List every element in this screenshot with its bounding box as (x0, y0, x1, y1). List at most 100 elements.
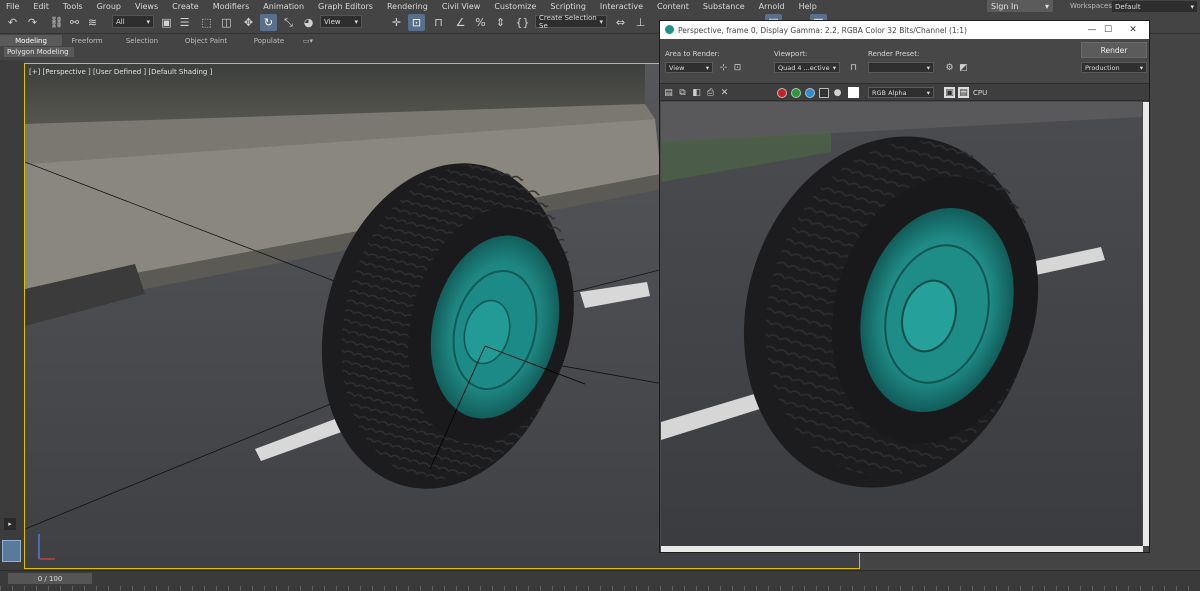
render-quality-value: Production (1085, 63, 1120, 72)
menu-content[interactable]: Content (651, 2, 697, 11)
workspace-label: Workspaces: (1070, 2, 1115, 10)
display-channel-dropdown[interactable]: RGB Alpha ▾ (868, 87, 934, 98)
percent-snap-icon[interactable]: % (472, 14, 489, 31)
menu-civil-view[interactable]: Civil View (436, 2, 489, 11)
menu-arnold[interactable]: Arnold (753, 2, 793, 11)
menu-scripting[interactable]: Scripting (544, 2, 594, 11)
menu-modifiers[interactable]: Modifiers (207, 2, 258, 11)
maximize-icon[interactable]: ☐ (1100, 23, 1116, 36)
ribbon-options-icon[interactable]: ▭▾ (298, 35, 318, 46)
toggle-ui-icon[interactable]: ▤ (958, 87, 969, 98)
close-icon[interactable]: ✕ (1125, 23, 1141, 36)
menu-graph-editors[interactable]: Graph Editors (312, 2, 381, 11)
environment-icon[interactable]: ◩ (958, 62, 969, 73)
menu-interactive[interactable]: Interactive (594, 2, 651, 11)
frame-slider[interactable]: 0 / 100 (8, 573, 92, 584)
sign-in-label: Sign In (991, 1, 1019, 11)
viewport-value: Quad 4 ...ective (778, 63, 830, 72)
window-crossing-icon[interactable]: ◫ (218, 14, 235, 31)
monochrome-icon[interactable]: ● (832, 87, 843, 98)
vertical-scrollbar[interactable] (1143, 102, 1149, 546)
red-channel-icon[interactable] (777, 88, 787, 98)
selection-filter-dropdown[interactable]: All ▾ (112, 15, 154, 28)
viewport-label[interactable]: [+] [Perspective ] [User Defined ] [Defa… (29, 68, 212, 76)
display-channel-value: RGB Alpha (872, 88, 907, 97)
select-manipulate-icon[interactable]: ⊡ (408, 14, 425, 31)
move-icon[interactable]: ✥ (240, 14, 257, 31)
ribbon-panel-label[interactable]: Polygon Modeling (4, 47, 74, 57)
menu-help[interactable]: Help (793, 2, 825, 11)
viewport-label: Viewport: (774, 50, 808, 58)
area-to-render-dropdown[interactable]: View ▾ (665, 62, 713, 73)
scale-icon[interactable]: ⤡ (280, 14, 297, 31)
reference-coordinate-dropdown[interactable]: View ▾ (320, 15, 362, 28)
render-setup-icon[interactable]: ⚙ (944, 62, 955, 73)
color-swatch[interactable] (848, 87, 859, 98)
menu-file[interactable]: File (0, 2, 27, 11)
named-selection-set-value: Create Selection Se (539, 13, 597, 30)
tab-object-paint[interactable]: Object Paint (172, 35, 240, 46)
chevron-down-icon: ▾ (705, 63, 709, 72)
reference-coordinate-value: View (324, 17, 341, 26)
menu-create[interactable]: Create (166, 2, 207, 11)
auto-region-icon[interactable]: ⊡ (732, 62, 743, 73)
minimize-icon[interactable]: — (1084, 23, 1100, 36)
unlink-icon[interactable]: ⚯ (66, 14, 83, 31)
menu-substance[interactable]: Substance (697, 2, 753, 11)
sign-in-button[interactable]: Sign In ▾ (987, 0, 1053, 12)
copy-image-icon[interactable]: ⧉ (677, 87, 688, 98)
undo-icon[interactable]: ↶ (4, 14, 21, 31)
tab-populate[interactable]: Populate (240, 35, 298, 46)
print-icon[interactable]: ⎙ (705, 87, 716, 98)
area-to-render-label: Area to Render: (665, 50, 720, 58)
rotate-icon[interactable]: ↻ (260, 14, 277, 31)
link-icon[interactable]: ⛓ (48, 14, 65, 31)
viewport-layout-icon[interactable] (2, 540, 21, 562)
horizontal-scrollbar[interactable] (661, 546, 1143, 552)
tab-modeling[interactable]: Modeling (0, 35, 62, 46)
green-channel-icon[interactable] (791, 88, 801, 98)
chevron-down-icon: ▾ (1044, 1, 1049, 11)
space-warp-icon[interactable]: ≋ (84, 14, 101, 31)
clear-icon[interactable]: ✕ (719, 87, 730, 98)
menu-group[interactable]: Group (91, 2, 129, 11)
menu-rendering[interactable]: Rendering (381, 2, 436, 11)
select-object-icon[interactable]: ▣ (158, 14, 175, 31)
chevron-down-icon: ▾ (926, 63, 930, 72)
menu-customize[interactable]: Customize (488, 2, 544, 11)
workspace-dropdown[interactable]: Default ▾ (1112, 1, 1197, 12)
render-window-titlebar[interactable]: Perspective, frame 0, Display Gamma: 2.2… (660, 21, 1149, 39)
render-button[interactable]: Render (1081, 42, 1147, 58)
placement-icon[interactable]: ◕ (300, 14, 317, 31)
mirror-icon[interactable]: ⇔ (612, 14, 629, 31)
menu-animation[interactable]: Animation (257, 2, 312, 11)
lock-icon[interactable]: ⊓ (848, 62, 859, 73)
edit-region-icon[interactable]: ⊹ (718, 62, 729, 73)
select-by-name-icon[interactable]: ☰ (176, 14, 193, 31)
redo-icon[interactable]: ↷ (24, 14, 41, 31)
tab-selection[interactable]: Selection (112, 35, 172, 46)
alpha-channel-icon[interactable] (819, 88, 829, 98)
region-select-icon[interactable]: ⬚ (198, 14, 215, 31)
save-image-icon[interactable]: ▤ (663, 87, 674, 98)
render-preset-dropdown[interactable]: ▾ (868, 62, 934, 73)
tab-freeform[interactable]: Freeform (62, 35, 112, 46)
snap-toggle-icon[interactable]: ⊓ (430, 14, 447, 31)
timeline-bar[interactable]: 0 / 100 (0, 570, 1200, 591)
toggle-ui-overlay-icon[interactable]: ▣ (944, 87, 955, 98)
menu-views[interactable]: Views (129, 2, 166, 11)
render-quality-dropdown[interactable]: Production ▾ (1081, 62, 1147, 73)
pivot-center-icon[interactable]: ✛ (388, 14, 405, 31)
angle-snap-icon[interactable]: ∠ (452, 14, 469, 31)
named-selection-set-dropdown[interactable]: Create Selection Se ▾ (535, 13, 607, 30)
menu-edit[interactable]: Edit (27, 2, 57, 11)
spinner-snap-icon[interactable]: ⇕ (492, 14, 509, 31)
play-icon[interactable]: ▸ (4, 518, 16, 530)
viewport-dropdown[interactable]: Quad 4 ...ective ▾ (774, 62, 840, 73)
edit-named-selection-icon[interactable]: {} (514, 14, 531, 31)
clone-frame-icon[interactable]: ◧ (691, 87, 702, 98)
rendered-image[interactable] (661, 102, 1142, 546)
align-icon[interactable]: ⊥ (632, 14, 649, 31)
menu-tools[interactable]: Tools (57, 2, 91, 11)
blue-channel-icon[interactable] (805, 88, 815, 98)
